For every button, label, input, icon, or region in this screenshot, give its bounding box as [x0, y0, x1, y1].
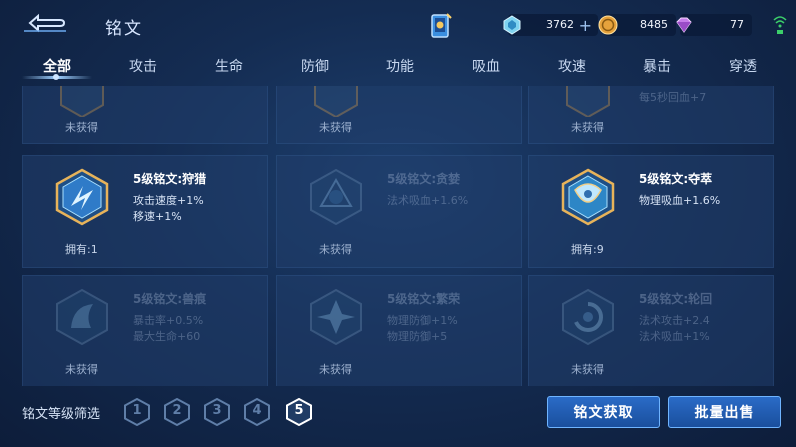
rune-stat: 物理防御+1%: [387, 314, 458, 327]
purple-gem-icon: [676, 17, 692, 33]
tab-health[interactable]: 生命: [215, 56, 243, 76]
rune-name: 5级铭文:狩猎: [133, 172, 207, 186]
rune-name: 5级铭文:夺萃: [639, 172, 713, 186]
gem-value: 77: [730, 18, 744, 31]
owned-count: 拥有:9: [571, 243, 604, 256]
top-bar: 铭文 3762 + 8485 77: [0, 0, 796, 48]
beast-rune-icon: [56, 288, 108, 346]
add-diamond-button[interactable]: +: [579, 16, 592, 35]
rune-card-plunder[interactable]: 5级铭文:夺萃 物理吸血+1.6% 拥有:9: [528, 155, 774, 268]
level-filter-label: 铭文等级筛选: [22, 407, 101, 422]
card-status: 未获得: [319, 121, 352, 134]
rune-card-beast[interactable]: 5级铭文:兽痕 暴击率+0.5% 最大生命+60 未获得: [22, 275, 268, 386]
rune-stat: 法术攻击+2.4: [639, 314, 710, 327]
level-number: 4: [252, 403, 262, 418]
level-filter-5[interactable]: 5: [286, 397, 312, 427]
diamond-value: 3762: [546, 18, 574, 31]
card-status: 未获得: [319, 243, 352, 256]
gem-counter: 77: [676, 14, 752, 36]
rune-card-prosper[interactable]: 5级铭文:繁荣 物理防御+1% 物理防御+5 未获得: [276, 275, 522, 386]
rune-book-icon[interactable]: [430, 12, 452, 40]
tab-critical[interactable]: 暴击: [643, 56, 671, 76]
diamond-icon: [503, 15, 521, 35]
rune-acquire-button[interactable]: 铭文获取: [547, 396, 660, 428]
rune-stat: 最大生命+60: [133, 330, 201, 343]
level-number: 3: [212, 403, 222, 418]
card-status: 未获得: [571, 121, 604, 134]
tab-lifesteal[interactable]: 吸血: [472, 56, 500, 76]
category-tabs: 全部 攻击 生命 防御 功能 吸血 攻速 暴击 穿透: [0, 50, 796, 82]
gold-coin-icon: [598, 15, 618, 35]
level-filter-2[interactable]: 2: [164, 397, 190, 427]
rune-name: 5级铭文:繁荣: [387, 292, 461, 306]
gold-value: 8485: [640, 18, 668, 31]
rune-stat: 物理防御+5: [387, 330, 448, 343]
card-status: 未获得: [571, 363, 604, 376]
tab-utility[interactable]: 功能: [386, 56, 414, 76]
rune-emblem-icon: [314, 86, 358, 117]
rune-grid[interactable]: 未获得 未获得 每5秒回血+7 未获得 5级铭文:狩猎 攻击速度+1% 移速+1…: [20, 86, 776, 386]
rune-card[interactable]: 每5秒回血+7 未获得: [528, 86, 774, 144]
card-status: 未获得: [65, 121, 98, 134]
rune-stat: 法术吸血+1.6%: [387, 194, 469, 207]
back-arrow-icon[interactable]: [22, 12, 68, 34]
greed-rune-icon: [310, 168, 362, 226]
rune-stat: 攻击速度+1%: [133, 194, 204, 207]
level-number: 5: [294, 403, 304, 418]
tab-defense[interactable]: 防御: [301, 56, 329, 76]
diamond-counter: 3762 +: [503, 14, 598, 36]
rune-name: 5级铭文:轮回: [639, 292, 713, 306]
level-number: 1: [132, 403, 142, 418]
rune-card[interactable]: 未获得: [22, 86, 268, 144]
tab-attack-speed[interactable]: 攻速: [558, 56, 586, 76]
rune-stat: 物理吸血+1.6%: [639, 194, 721, 207]
rune-stat: 法术吸血+1%: [639, 330, 710, 343]
rune-card-greed[interactable]: 5级铭文:贪婪 法术吸血+1.6% 未获得: [276, 155, 522, 268]
tab-all[interactable]: 全部: [43, 56, 71, 76]
level-number: 2: [172, 403, 182, 418]
rune-emblem-icon: [566, 86, 610, 117]
wifi-signal-icon: [773, 16, 787, 34]
level-filter-4[interactable]: 4: [244, 397, 270, 427]
rune-stat: 暴击率+0.5%: [133, 314, 204, 327]
bulk-sell-button[interactable]: 批量出售: [668, 396, 781, 428]
rune-name: 5级铭文:贪婪: [387, 172, 461, 186]
hunting-rune-icon: [55, 168, 109, 226]
page-title: 铭文: [105, 19, 143, 39]
rune-stat: 移速+1%: [133, 210, 182, 223]
rune-card-hunting[interactable]: 5级铭文:狩猎 攻击速度+1% 移速+1% 拥有:1: [22, 155, 268, 268]
rune-emblem-icon: [60, 86, 104, 117]
rune-card[interactable]: 未获得: [276, 86, 522, 144]
rune-name: 5级铭文:兽痕: [133, 292, 207, 306]
plunder-rune-icon: [561, 168, 615, 226]
level-filter-1[interactable]: 1: [124, 397, 150, 427]
gold-counter: 8485: [598, 14, 676, 36]
tab-attack[interactable]: 攻击: [129, 56, 157, 76]
active-tab-dot: [53, 74, 59, 80]
rune-card-cycle[interactable]: 5级铭文:轮回 法术攻击+2.4 法术吸血+1% 未获得: [528, 275, 774, 386]
owned-count: 拥有:1: [65, 243, 98, 256]
card-stat: 每5秒回血+7: [639, 91, 707, 104]
card-status: 未获得: [319, 363, 352, 376]
prosper-rune-icon: [310, 288, 362, 346]
level-filter-3[interactable]: 3: [204, 397, 230, 427]
tab-penetration[interactable]: 穿透: [729, 56, 757, 76]
card-status: 未获得: [65, 363, 98, 376]
cycle-rune-icon: [562, 288, 614, 346]
